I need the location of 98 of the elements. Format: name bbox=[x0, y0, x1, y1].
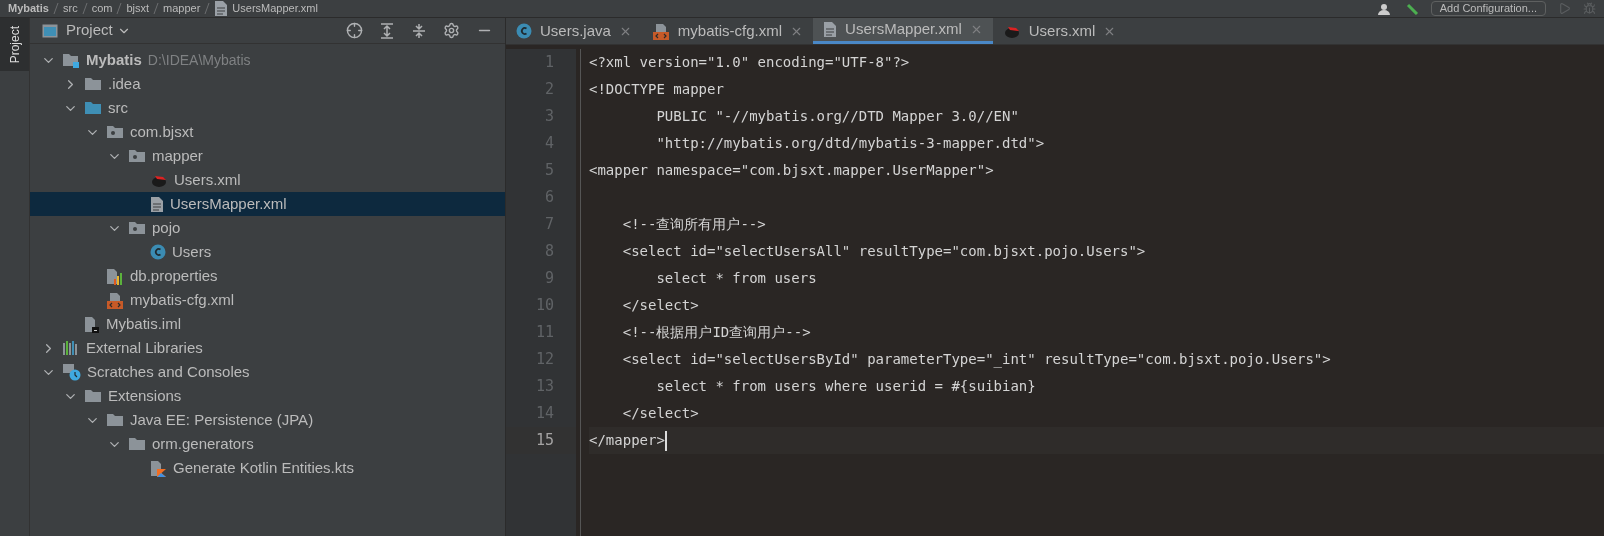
locate-icon[interactable] bbox=[346, 22, 363, 39]
breadcrumb-separator-icon bbox=[204, 3, 211, 14]
folder-icon bbox=[84, 101, 102, 115]
code-line: <mapper namespace="com.bjsxt.mapper.UserMapper"> bbox=[589, 161, 994, 180]
breadcrumb-item[interactable]: src bbox=[62, 3, 78, 14]
tree-label: pojo bbox=[152, 217, 181, 238]
xml-file-icon bbox=[106, 291, 124, 309]
tree-label: .idea bbox=[108, 73, 141, 94]
tree-label: UsersMapper.xml bbox=[170, 193, 287, 214]
libraries-icon bbox=[62, 341, 80, 355]
tree-item[interactable]: External Libraries bbox=[30, 336, 505, 360]
module-file-icon bbox=[84, 315, 100, 333]
panel-icon bbox=[42, 23, 58, 38]
tree-item[interactable]: Users bbox=[30, 240, 505, 264]
tree-item[interactable]: src bbox=[30, 96, 505, 120]
editor-tab[interactable]: UsersMapper.xml bbox=[813, 18, 993, 44]
package-folder-icon bbox=[106, 125, 124, 139]
breadcrumb-item[interactable]: Mybatis bbox=[8, 3, 49, 14]
code-line: <!--根据用户ID查询用户--> bbox=[621, 323, 811, 342]
project-side-tab[interactable]: Project bbox=[0, 18, 29, 72]
tree-label: Users bbox=[172, 241, 212, 262]
class-icon bbox=[516, 23, 532, 39]
tree-label: src bbox=[108, 97, 128, 118]
tree-item[interactable]: mapper bbox=[30, 144, 505, 168]
project-view-dropdown[interactable]: Project bbox=[66, 19, 131, 42]
tree-item[interactable]: Generate Kotlin Entities.kts bbox=[30, 456, 505, 480]
tree-label: Extensions bbox=[108, 385, 182, 406]
module-folder-icon bbox=[62, 52, 80, 68]
expand-all-icon[interactable] bbox=[379, 22, 395, 39]
code-line: select * from users bbox=[655, 269, 817, 288]
scratches-icon bbox=[62, 363, 81, 381]
code-line: <!--查询所有用户--> bbox=[621, 215, 766, 234]
collapse-all-icon[interactable] bbox=[411, 22, 427, 39]
folder-icon bbox=[106, 413, 124, 427]
code-line: <?xml version="1.0" encoding="UTF-8"?> bbox=[589, 53, 910, 72]
user-icon[interactable] bbox=[1376, 2, 1393, 15]
line-number: 15 bbox=[535, 430, 554, 452]
tree-item[interactable]: Mybatis.iml bbox=[30, 312, 505, 336]
package-folder-icon bbox=[128, 149, 146, 163]
package-folder-icon bbox=[128, 221, 146, 235]
tree-item[interactable]: UsersMapper.xml bbox=[30, 192, 505, 216]
code-line: <!DOCTYPE mapper bbox=[589, 80, 724, 99]
tree-label: com.bjsxt bbox=[130, 121, 194, 142]
tree-label: db.properties bbox=[130, 265, 218, 286]
tree-label: Scratches and Consoles bbox=[87, 361, 250, 382]
breadcrumb-separator-icon bbox=[116, 3, 123, 14]
settings-icon[interactable] bbox=[443, 22, 460, 39]
tree-item[interactable]: orm.generators bbox=[30, 432, 505, 456]
tree-item[interactable]: .idea bbox=[30, 72, 505, 96]
document-icon bbox=[823, 21, 838, 38]
code-line: PUBLIC "-//mybatis.org//DTD Mapper 3.0//EN" bbox=[655, 107, 1019, 126]
code-line: </mapper> bbox=[589, 431, 665, 450]
tree-label: Mybatis bbox=[86, 49, 142, 70]
tree-item[interactable]: pojo bbox=[30, 216, 505, 240]
add-configuration-button[interactable]: Add Configuration... bbox=[1430, 1, 1546, 16]
tree-item[interactable]: mybatis-cfg.xml bbox=[30, 288, 505, 312]
breadcrumb-separator-icon bbox=[52, 3, 59, 14]
breadcrumb-item[interactable]: com bbox=[91, 3, 113, 14]
text-cursor bbox=[664, 430, 667, 451]
breadcrumb-item[interactable]: UsersMapper.xml bbox=[232, 3, 318, 14]
code-editor[interactable] bbox=[506, 45, 1604, 536]
code-line: </select> bbox=[621, 296, 699, 315]
tree-label: External Libraries bbox=[86, 337, 203, 358]
tree-item[interactable]: Scratches and Consoles bbox=[30, 360, 505, 384]
tree-item[interactable]: Mybatis D:\IDEA\Mybatis bbox=[30, 48, 505, 72]
tree-label: mapper bbox=[152, 145, 203, 166]
tree-item[interactable]: com.bjsxt bbox=[30, 120, 505, 144]
path-hint: D:\IDEA\Mybatis bbox=[147, 50, 251, 70]
tree-label: Generate Kotlin Entities.kts bbox=[173, 457, 354, 478]
tree-label: Mybatis.iml bbox=[106, 313, 181, 334]
tree-item[interactable]: db.properties bbox=[30, 264, 505, 288]
breadcrumb-item[interactable]: bjsxt bbox=[126, 3, 150, 14]
breadcrumb-separator-icon bbox=[81, 3, 88, 14]
class-icon bbox=[150, 244, 166, 260]
folder-icon bbox=[128, 437, 146, 451]
code-line: "http://mybatis.org/dtd/mybatis-3-mapper.dtd"> bbox=[655, 134, 1045, 153]
properties-file-icon bbox=[106, 267, 124, 285]
editor-tab[interactable]: Users.xml bbox=[992, 18, 1127, 44]
code-line: <select id="selectUsersById" parameterType="_int" resultType="com.bjsxt.pojo.Users"> bbox=[621, 350, 1331, 370]
tree-item[interactable]: Users.xml bbox=[30, 168, 505, 192]
editor-tab[interactable]: mybatis-cfg.xml bbox=[641, 18, 814, 44]
folder-icon bbox=[84, 77, 102, 91]
editor-tab[interactable]: Users.java bbox=[506, 18, 642, 44]
tree-label: orm.generators bbox=[152, 433, 254, 454]
tree-item[interactable]: Extensions bbox=[30, 384, 505, 408]
code-line: select * from users where userid = #{suibian} bbox=[655, 377, 1036, 396]
code-line: <select id="selectUsersAll" resultType="com.bjsxt.pojo.Users"> bbox=[621, 242, 1146, 261]
tree-item[interactable]: Java EE: Persistence (JPA) bbox=[30, 408, 505, 432]
breadcrumb-separator-icon bbox=[153, 3, 160, 14]
tree-label: Java EE: Persistence (JPA) bbox=[130, 409, 314, 430]
folder-icon bbox=[84, 389, 102, 403]
tree-label: Users.xml bbox=[174, 169, 241, 190]
document-icon bbox=[150, 195, 164, 213]
xml-file-icon bbox=[651, 22, 670, 40]
code-line: </select> bbox=[621, 404, 699, 423]
tree-label: mybatis-cfg.xml bbox=[130, 289, 235, 310]
breadcrumb-item[interactable]: mapper bbox=[163, 3, 201, 14]
kotlin-file-icon bbox=[150, 459, 167, 477]
